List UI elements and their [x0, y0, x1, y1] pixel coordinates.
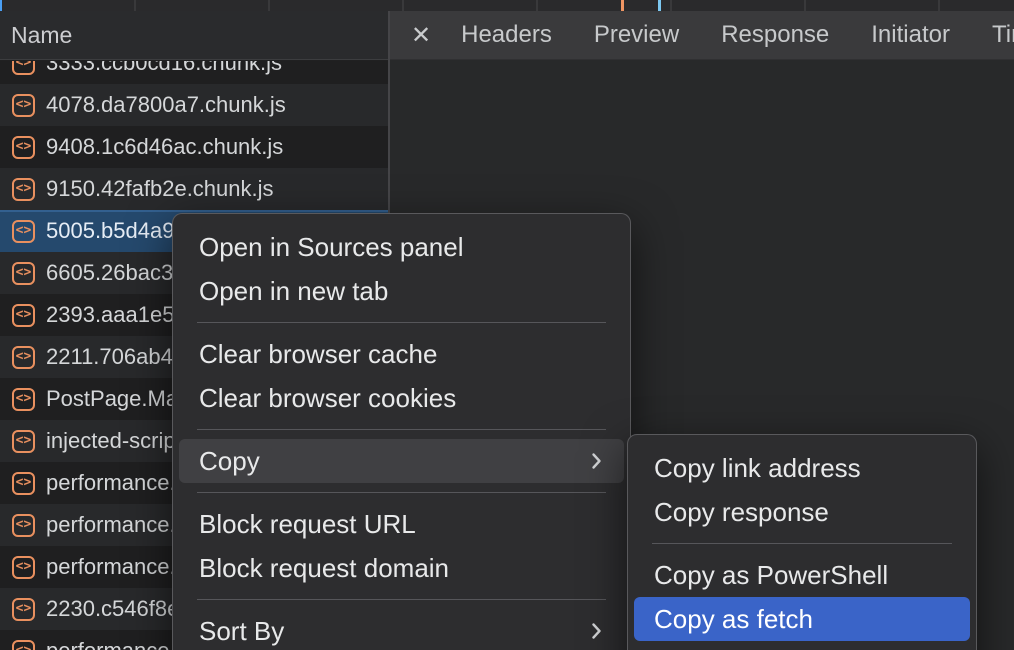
request-name: 4078.da7800a7.chunk.js [46, 92, 286, 118]
menu-item-open-in-sources-panel[interactable]: Open in Sources panel [179, 225, 624, 269]
script-file-icon: <> [12, 430, 35, 453]
script-file-icon: <> [12, 304, 35, 327]
menu-item-clear-browser-cookies[interactable]: Clear browser cookies [179, 376, 624, 420]
menu-item-copy-as-powershell[interactable]: Copy as PowerShell [634, 553, 970, 597]
network-request-row[interactable]: <> 3333.ccb0cd16.chunk.js [0, 61, 388, 84]
request-name: performance.js [46, 512, 192, 538]
script-file-icon: <> [12, 61, 35, 75]
menu-item-clear-browser-cache[interactable]: Clear browser cache [179, 332, 624, 376]
request-name: performance.js [46, 554, 192, 580]
menu-item-block-request-domain[interactable]: Block request domain [179, 546, 624, 590]
menu-item-copy-response[interactable]: Copy response [634, 490, 970, 534]
tab-timing[interactable]: Timing [971, 21, 1014, 49]
copy-submenu: Copy link address Copy response Copy as … [627, 434, 977, 650]
script-file-icon: <> [12, 556, 35, 579]
timeline-gridline [804, 0, 806, 11]
menu-separator [197, 429, 606, 430]
menu-item-copy-as-fetch[interactable]: Copy as fetch [634, 597, 970, 641]
details-tab-bar: ✕ Headers Preview Response Initiator Tim… [390, 11, 1014, 60]
menu-item-sort-by[interactable]: Sort By [179, 609, 624, 650]
timeline-gridline [268, 0, 270, 11]
menu-item-open-in-new-tab[interactable]: Open in new tab [179, 269, 624, 313]
network-request-row[interactable]: <> 4078.da7800a7.chunk.js [0, 84, 388, 126]
request-name: 3333.ccb0cd16.chunk.js [46, 61, 282, 76]
timeline-gridline [402, 0, 404, 11]
tab-preview[interactable]: Preview [573, 21, 700, 49]
submenu-chevron-icon [591, 439, 602, 483]
name-column-header-label: Name [11, 22, 72, 49]
request-name: performance.js [46, 638, 192, 650]
script-file-icon: <> [12, 178, 35, 201]
menu-item-block-request-url[interactable]: Block request URL [179, 502, 624, 546]
network-request-row[interactable]: <> 9408.1c6d46ac.chunk.js [0, 126, 388, 168]
timeline-gridline [670, 0, 672, 11]
menu-item-copy-label: Copy [199, 446, 260, 476]
timeline-left-blue-marker-icon [0, 0, 2, 11]
submenu-chevron-icon [591, 609, 602, 650]
menu-separator [197, 492, 606, 493]
menu-item-copy-link-address[interactable]: Copy link address [634, 446, 970, 490]
request-name: 9408.1c6d46ac.chunk.js [46, 134, 283, 160]
script-file-icon: <> [12, 388, 35, 411]
request-name: 9150.42fafb2e.chunk.js [46, 176, 274, 202]
tab-response[interactable]: Response [700, 21, 850, 49]
context-menu: Open in Sources panel Open in new tab Cl… [172, 213, 631, 650]
script-file-icon: <> [12, 136, 35, 159]
menu-item-sort-by-label: Sort By [199, 616, 284, 646]
timeline-gridline [938, 0, 940, 11]
request-name: performance.js [46, 470, 192, 496]
script-file-icon: <> [12, 598, 35, 621]
script-file-icon: <> [12, 640, 35, 650]
timeline-gridline [536, 0, 538, 11]
timeline-gridline [134, 0, 136, 11]
script-file-icon: <> [12, 94, 35, 117]
close-icon[interactable]: ✕ [411, 21, 431, 49]
menu-item-copy[interactable]: Copy [179, 439, 624, 483]
name-column-header[interactable]: Name [0, 11, 388, 60]
timeline-orange-marker-icon [621, 0, 624, 11]
script-file-icon: <> [12, 262, 35, 285]
menu-separator [197, 322, 606, 323]
script-file-icon: <> [12, 514, 35, 537]
menu-separator [652, 543, 952, 544]
network-overview-timeline[interactable] [0, 0, 1014, 11]
tab-headers[interactable]: Headers [440, 21, 573, 49]
script-file-icon: <> [12, 472, 35, 495]
tab-initiator[interactable]: Initiator [850, 21, 971, 49]
menu-separator [197, 599, 606, 600]
network-request-row[interactable]: <> 9150.42fafb2e.chunk.js [0, 168, 388, 210]
timeline-blue-marker-icon [658, 0, 661, 11]
script-file-icon: <> [12, 220, 35, 243]
script-file-icon: <> [12, 346, 35, 369]
